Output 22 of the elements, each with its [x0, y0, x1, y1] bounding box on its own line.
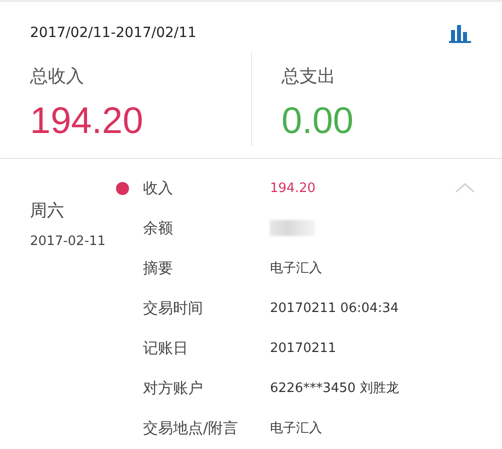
field-label: 交易地点/附言 [143, 418, 240, 438]
bar-chart-icon[interactable] [449, 23, 471, 43]
field-value: 6226***3450 刘胜龙 [270, 380, 399, 397]
date: 2017-02-11 [30, 234, 107, 249]
field-value: 电子汇入 [270, 260, 322, 277]
field-value: 20170211 [270, 340, 336, 356]
field-label: 摘要 [143, 258, 174, 278]
field-value: 电子汇入 [270, 420, 322, 437]
field-label: 记账日 [143, 338, 189, 358]
blurred-value [270, 220, 315, 236]
date-range: 2017/02/11-2017/02/11 [30, 25, 196, 41]
field-value: 20170211 06:04:34 [270, 300, 399, 316]
total-amount: 0.00 [282, 100, 355, 142]
field-label: 余额 [143, 218, 174, 238]
total-label: 总支出 [282, 65, 336, 89]
field-label: 收入 [143, 178, 174, 198]
total-amount: 194.20 [30, 100, 144, 142]
field-label: 交易时间 [143, 298, 204, 318]
amount-value: 194.20 [270, 180, 316, 196]
weekday: 周六 [30, 200, 65, 222]
field-label: 对方账户 [143, 378, 204, 398]
total-label: 总收入 [30, 65, 85, 89]
